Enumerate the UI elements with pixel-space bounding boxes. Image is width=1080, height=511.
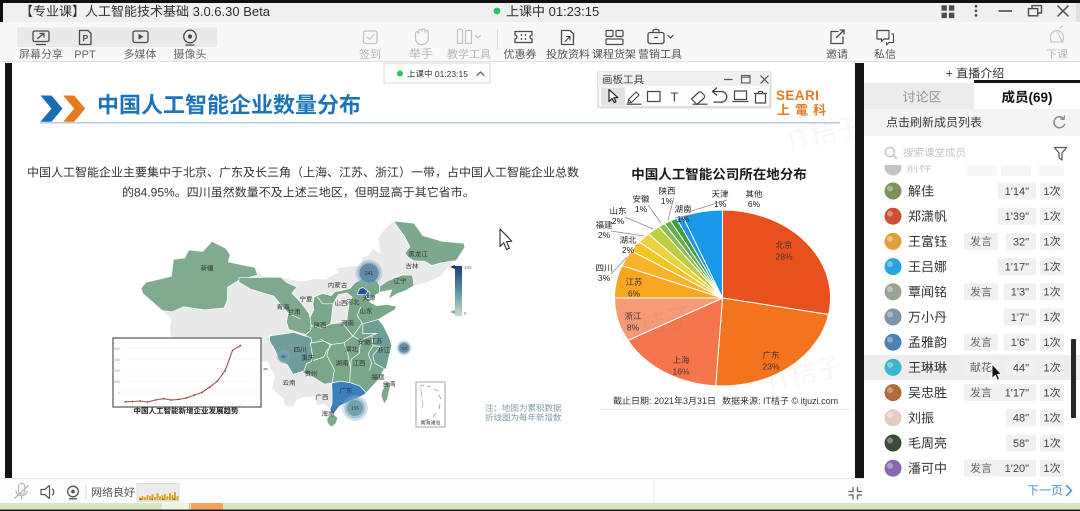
svg-text:01:23:15: 01:23:15 — [433, 69, 469, 79]
svg-text:1500: 1500 — [112, 358, 120, 362]
svg-text:1'17": 1'17" — [1005, 262, 1029, 274]
svg-text:6%: 6% — [628, 289, 641, 299]
svg-text:+: + — [946, 67, 956, 81]
svg-text:1: 1 — [1043, 211, 1049, 223]
svg-text:1'20": 1'20" — [1005, 463, 1029, 475]
svg-text:1%: 1% — [661, 196, 674, 206]
svg-text:1: 1 — [1043, 287, 1049, 299]
svg-text:44": 44" — [1013, 362, 1029, 374]
svg-text:32": 32" — [1013, 236, 1029, 248]
svg-text:28%: 28% — [775, 252, 792, 262]
svg-text:1: 1 — [1043, 388, 1049, 400]
svg-text:1'17": 1'17" — [1005, 388, 1029, 400]
svg-text:© itjuzi.com: © itjuzi.com — [789, 396, 838, 406]
svg-text:T: T — [671, 90, 679, 105]
svg-text:1'39": 1'39" — [1005, 211, 1029, 223]
svg-text:2000: 2000 — [112, 347, 120, 351]
svg-text:: 2021: : 2021 — [649, 396, 674, 406]
svg-text:84.95%: 84.95% — [134, 186, 175, 200]
svg-text:1%: 1% — [635, 204, 648, 214]
svg-text:1'14": 1'14" — [1005, 186, 1029, 198]
svg-text:1: 1 — [1043, 186, 1049, 198]
svg-text:P: P — [83, 33, 89, 43]
svg-text:1000: 1000 — [112, 369, 120, 373]
svg-text:1: 1 — [1043, 262, 1049, 274]
svg-text:500: 500 — [114, 380, 120, 384]
svg-text:48": 48" — [1013, 413, 1029, 425]
svg-text:SEARI: SEARI — [776, 88, 819, 103]
svg-text:PPT: PPT — [74, 49, 96, 61]
svg-text:3%: 3% — [598, 273, 611, 283]
svg-text:16%: 16% — [672, 367, 689, 377]
svg-text:241: 241 — [365, 271, 374, 277]
svg-text:1: 1 — [1043, 337, 1049, 349]
svg-text:6%: 6% — [748, 199, 761, 209]
svg-text:156: 156 — [351, 406, 359, 411]
svg-text:1: 1 — [1043, 413, 1049, 425]
svg-text:1: 1 — [1043, 236, 1049, 248]
svg-text:98: 98 — [282, 355, 286, 359]
svg-text:2%: 2% — [622, 245, 635, 255]
svg-text:0: 0 — [118, 391, 120, 395]
svg-text:1: 1 — [1043, 362, 1049, 374]
svg-text:(69): (69) — [1029, 90, 1053, 105]
svg-text:3: 3 — [683, 396, 688, 406]
svg-text:1'3": 1'3" — [1011, 287, 1029, 299]
svg-text:100: 100 — [464, 265, 472, 270]
svg-text:58": 58" — [1013, 438, 1029, 450]
svg-text:01:23:15: 01:23:15 — [545, 4, 599, 19]
svg-text:3.0.6.30 Beta: 3.0.6.30 Beta — [189, 4, 271, 19]
svg-text:1'6": 1'6" — [1011, 337, 1029, 349]
svg-text:116: 116 — [401, 346, 407, 350]
svg-text:31: 31 — [697, 396, 707, 406]
svg-text:1: 1 — [1043, 463, 1049, 475]
svg-text:: IT: : IT — [758, 396, 772, 406]
svg-text:1: 1 — [1043, 312, 1049, 324]
svg-text:2%: 2% — [612, 216, 625, 226]
svg-text:1'7": 1'7" — [1011, 312, 1029, 324]
svg-text:2%: 2% — [598, 230, 611, 240]
svg-text:1: 1 — [1043, 438, 1049, 450]
